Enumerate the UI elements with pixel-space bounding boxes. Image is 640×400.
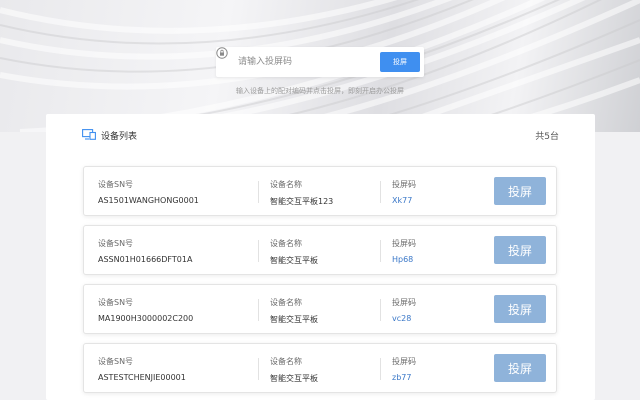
cast-button[interactable]: 投屏 [494,354,546,382]
sn-value: ASSN01H01666DFT01A [98,255,193,264]
device-card: 设备SN号 ASSN01H01666DFT01A 设备名称 智能交互平板 投屏码… [83,225,557,275]
code-column: 投屏码 Hp68 [392,226,482,274]
lock-icon [216,47,228,59]
name-label: 设备名称 [270,298,302,307]
device-card: 设备SN号 AS1501WANGHONG0001 设备名称 智能交互平板123 … [83,166,557,216]
divider [380,358,381,380]
device-count: 共5台 [535,132,559,142]
screen-code-input[interactable] [238,51,388,73]
device-card: 设备SN号 ASTESTCHENJIE00001 设备名称 智能交互平板 投屏码… [83,343,557,393]
name-value: 智能交互平板123 [270,197,334,206]
name-column: 设备名称 智能交互平板 [270,344,380,392]
code-label: 投屏码 [392,239,416,248]
cast-button[interactable]: 投屏 [494,295,546,323]
name-label: 设备名称 [270,180,302,189]
code-value: Xk77 [392,196,413,205]
divider [258,240,259,262]
cast-button[interactable]: 投屏 [494,177,546,205]
search-hint: 输入设备上的配对编码并点击投屏，即刻开启办公投屏 [236,87,404,95]
device-list-panel: 设备列表 共5台 设备SN号 AS1501WANGHONG0001 设备名称 智… [46,114,595,400]
panel-title: 设备列表 [101,132,138,142]
divider [380,240,381,262]
monitor-icon [82,129,96,140]
sn-column: 设备SN号 ASSN01H01666DFT01A [98,226,258,274]
divider [258,181,259,203]
sn-value: ASTESTCHENJIE00001 [98,373,186,382]
device-card: 设备SN号 MA1900H3000002C200 设备名称 智能交互平板 投屏码… [83,284,557,334]
divider [380,181,381,203]
code-column: 投屏码 vc28 [392,285,482,333]
code-value: zb77 [392,373,412,382]
code-column: 投屏码 zb77 [392,344,482,392]
divider [380,299,381,321]
cast-button[interactable]: 投屏 [494,236,546,264]
name-label: 设备名称 [270,239,302,248]
divider [258,358,259,380]
sn-column: 设备SN号 ASTESTCHENJIE00001 [98,344,258,392]
sn-column: 设备SN号 MA1900H3000002C200 [98,285,258,333]
sn-label: 设备SN号 [98,357,134,366]
sn-column: 设备SN号 AS1501WANGHONG0001 [98,167,258,215]
name-value: 智能交互平板 [270,256,318,265]
sn-label: 设备SN号 [98,239,134,248]
panel-header: 设备列表 共5台 [46,114,595,154]
code-label: 投屏码 [392,298,416,307]
name-column: 设备名称 智能交互平板 [270,226,380,274]
sn-value: MA1900H3000002C200 [98,314,194,323]
code-value: vc28 [392,314,412,323]
code-label: 投屏码 [392,357,416,366]
sn-label: 设备SN号 [98,180,134,189]
code-column: 投屏码 Xk77 [392,167,482,215]
cast-submit-button[interactable]: 投屏 [380,52,420,72]
sn-label: 设备SN号 [98,298,134,307]
name-column: 设备名称 智能交互平板 [270,285,380,333]
divider [258,299,259,321]
name-value: 智能交互平板 [270,374,318,383]
sn-value: AS1501WANGHONG0001 [98,196,199,205]
code-value: Hp68 [392,255,414,264]
search-box: 投屏 [216,47,424,77]
hero-background: 投屏 [0,0,640,132]
name-column: 设备名称 智能交互平板123 [270,167,380,215]
code-label: 投屏码 [392,180,416,189]
name-label: 设备名称 [270,357,302,366]
name-value: 智能交互平板 [270,315,318,324]
